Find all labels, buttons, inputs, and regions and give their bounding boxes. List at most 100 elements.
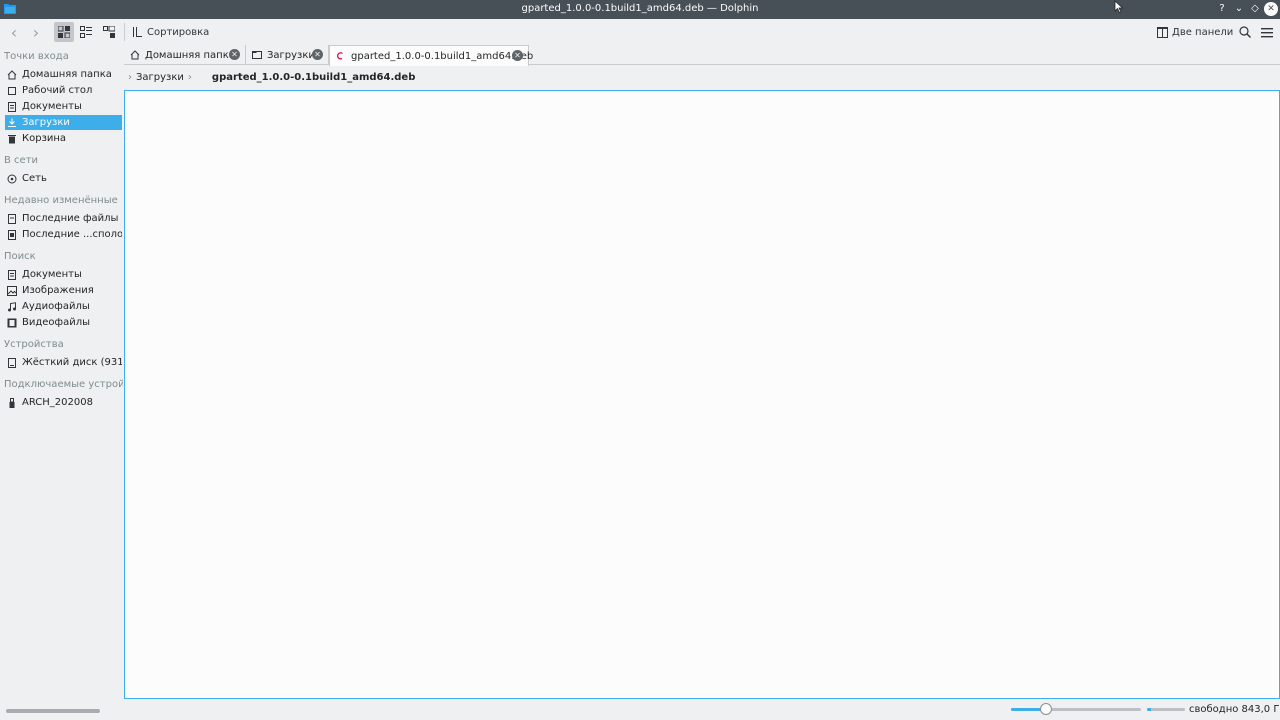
place-search-video[interactable]: Видеофайлы [5, 315, 122, 330]
sort-icon [133, 27, 142, 37]
folder-icon [252, 50, 262, 60]
trash-icon [7, 134, 17, 144]
hamburger-menu-icon [1261, 27, 1273, 37]
sidebar-horizontal-scrollbar[interactable] [6, 709, 100, 713]
place-home[interactable]: Домашняя папка [5, 67, 122, 82]
section-title-network: В сети [4, 155, 39, 166]
section-title-removable: Подключаемые устройства [4, 379, 123, 390]
place-hard-disk[interactable]: Жёсткий диск (931,0 ГиБ) [5, 355, 122, 370]
zoom-slider-handle[interactable] [1040, 703, 1052, 715]
breadcrumb-root-arrow-icon[interactable]: › [128, 72, 132, 83]
place-recent-locations[interactable]: Последние ...сположения [5, 227, 122, 242]
maximize-button[interactable]: ◇ [1248, 2, 1262, 16]
close-tab-icon[interactable]: ✕ [229, 49, 240, 60]
tab-label: Загрузки [267, 49, 315, 61]
help-button[interactable]: ? [1215, 2, 1229, 16]
title-bar: gparted_1.0.0-0.1build1_amd64.deb — Dolp… [0, 0, 1280, 19]
breadcrumb-current[interactable]: gparted_1.0.0-0.1build1_amd64.deb [212, 72, 415, 83]
home-icon [7, 69, 17, 80]
breadcrumb: › Загрузки › gparted_1.0.0-0.1build1_amd… [124, 67, 1280, 87]
place-label: Жёсткий диск (931,0 ГиБ) [22, 357, 122, 368]
place-label: Загрузки [22, 117, 70, 128]
place-network[interactable]: Сеть [5, 171, 122, 186]
back-icon: ‹ [10, 22, 18, 42]
zoom-slider[interactable] [1011, 703, 1141, 715]
close-tab-icon[interactable]: ✕ [312, 49, 323, 60]
file-view[interactable] [124, 90, 1280, 699]
disk-space-bar [1147, 708, 1185, 711]
close-button[interactable]: ✕ [1264, 2, 1278, 16]
desktop-icon [7, 86, 17, 96]
debian-package-icon [336, 51, 346, 61]
network-icon [7, 174, 17, 184]
compact-view-button[interactable] [77, 22, 95, 42]
sort-button[interactable]: Сортировка [132, 22, 209, 42]
breadcrumb-separator-icon[interactable]: › [188, 72, 192, 83]
split-view-icon [1157, 26, 1168, 38]
place-trash[interactable]: Корзина [5, 131, 122, 146]
tab-label: gparted_1.0.0-0.1build1_amd64.deb [351, 50, 534, 62]
icons-view-icon [58, 26, 70, 38]
tab-downloads[interactable]: Загрузки ✕ [246, 45, 329, 65]
mouse-cursor-icon [1114, 0, 1124, 14]
section-title-devices: Устройства [4, 339, 64, 350]
search-documents-icon [7, 269, 17, 280]
place-documents[interactable]: Документы [5, 99, 122, 114]
place-search-images[interactable]: Изображения [5, 283, 122, 298]
free-space-label: свободно 843,0 ГиБ [1189, 704, 1280, 715]
place-label: Изображения [22, 285, 94, 296]
search-icon [1239, 26, 1251, 38]
audio-icon [7, 301, 17, 312]
place-downloads[interactable]: Загрузки [5, 115, 122, 130]
place-search-audio[interactable]: Аудиофайлы [5, 299, 122, 314]
forward-button[interactable]: › [27, 22, 45, 42]
details-view-button[interactable] [100, 22, 118, 42]
section-title-recent: Недавно изменённые [4, 195, 118, 206]
place-desktop[interactable]: Рабочий стол [5, 83, 122, 98]
section-title-entry-points: Точки входа [4, 51, 69, 62]
section-title-search: Поиск [4, 251, 36, 262]
breadcrumb-parent[interactable]: Загрузки [136, 72, 184, 83]
place-label: Последние ...сположения [22, 229, 122, 240]
place-recent-files[interactable]: Последние файлы [5, 211, 122, 226]
recent-files-icon [7, 213, 17, 224]
split-view-label: Две панели [1172, 26, 1234, 38]
place-label: Видеофайлы [22, 317, 91, 328]
place-label: Последние файлы [22, 213, 119, 224]
close-tab-icon[interactable]: ✕ [512, 50, 523, 61]
search-button[interactable] [1237, 22, 1253, 42]
status-bar: свободно 843,0 ГиБ [0, 700, 1280, 720]
window-title: gparted_1.0.0-0.1build1_amd64.deb — Dolp… [521, 3, 759, 14]
downloads-icon [7, 118, 17, 128]
images-icon [7, 285, 17, 296]
place-usb-drive[interactable]: ARCH_202008 [5, 395, 122, 410]
hard-disk-icon [7, 357, 17, 368]
tab-home[interactable]: Домашняя папка ✕ [124, 45, 246, 65]
sort-label: Сортировка [147, 26, 210, 38]
tab-bar: Домашняя папка ✕ Загрузки ✕ gparted_1.0.… [124, 45, 1280, 66]
split-view-button[interactable]: Две панели [1157, 22, 1233, 42]
place-label: Документы [22, 269, 82, 280]
tab-gparted-deb[interactable]: gparted_1.0.0-0.1build1_amd64.deb ✕ [329, 45, 533, 66]
icons-view-button[interactable] [54, 22, 74, 42]
place-label: Сеть [22, 173, 47, 184]
place-label: Домашняя папка [22, 69, 112, 80]
place-label: Аудиофайлы [22, 301, 90, 312]
usb-drive-icon [7, 397, 17, 408]
back-button[interactable]: ‹ [5, 22, 23, 42]
home-icon [130, 50, 140, 60]
toolbar-separator [124, 23, 125, 41]
details-view-icon [103, 26, 115, 38]
toolbar: ‹ › Сортировка Две панели [0, 19, 1280, 45]
places-panel: Точки входа Домашняя папка Рабочий стол … [0, 45, 123, 700]
place-label: Рабочий стол [22, 85, 93, 96]
documents-icon [7, 101, 17, 112]
compact-view-icon [80, 26, 92, 38]
menu-button[interactable] [1259, 22, 1275, 42]
tab-label: Домашняя папка [145, 49, 235, 61]
disk-space-fill [1147, 708, 1151, 711]
recent-locations-icon [7, 229, 17, 240]
place-label: Корзина [22, 133, 67, 144]
place-search-documents[interactable]: Документы [5, 267, 122, 282]
minimize-button[interactable]: ⌄ [1232, 2, 1246, 16]
